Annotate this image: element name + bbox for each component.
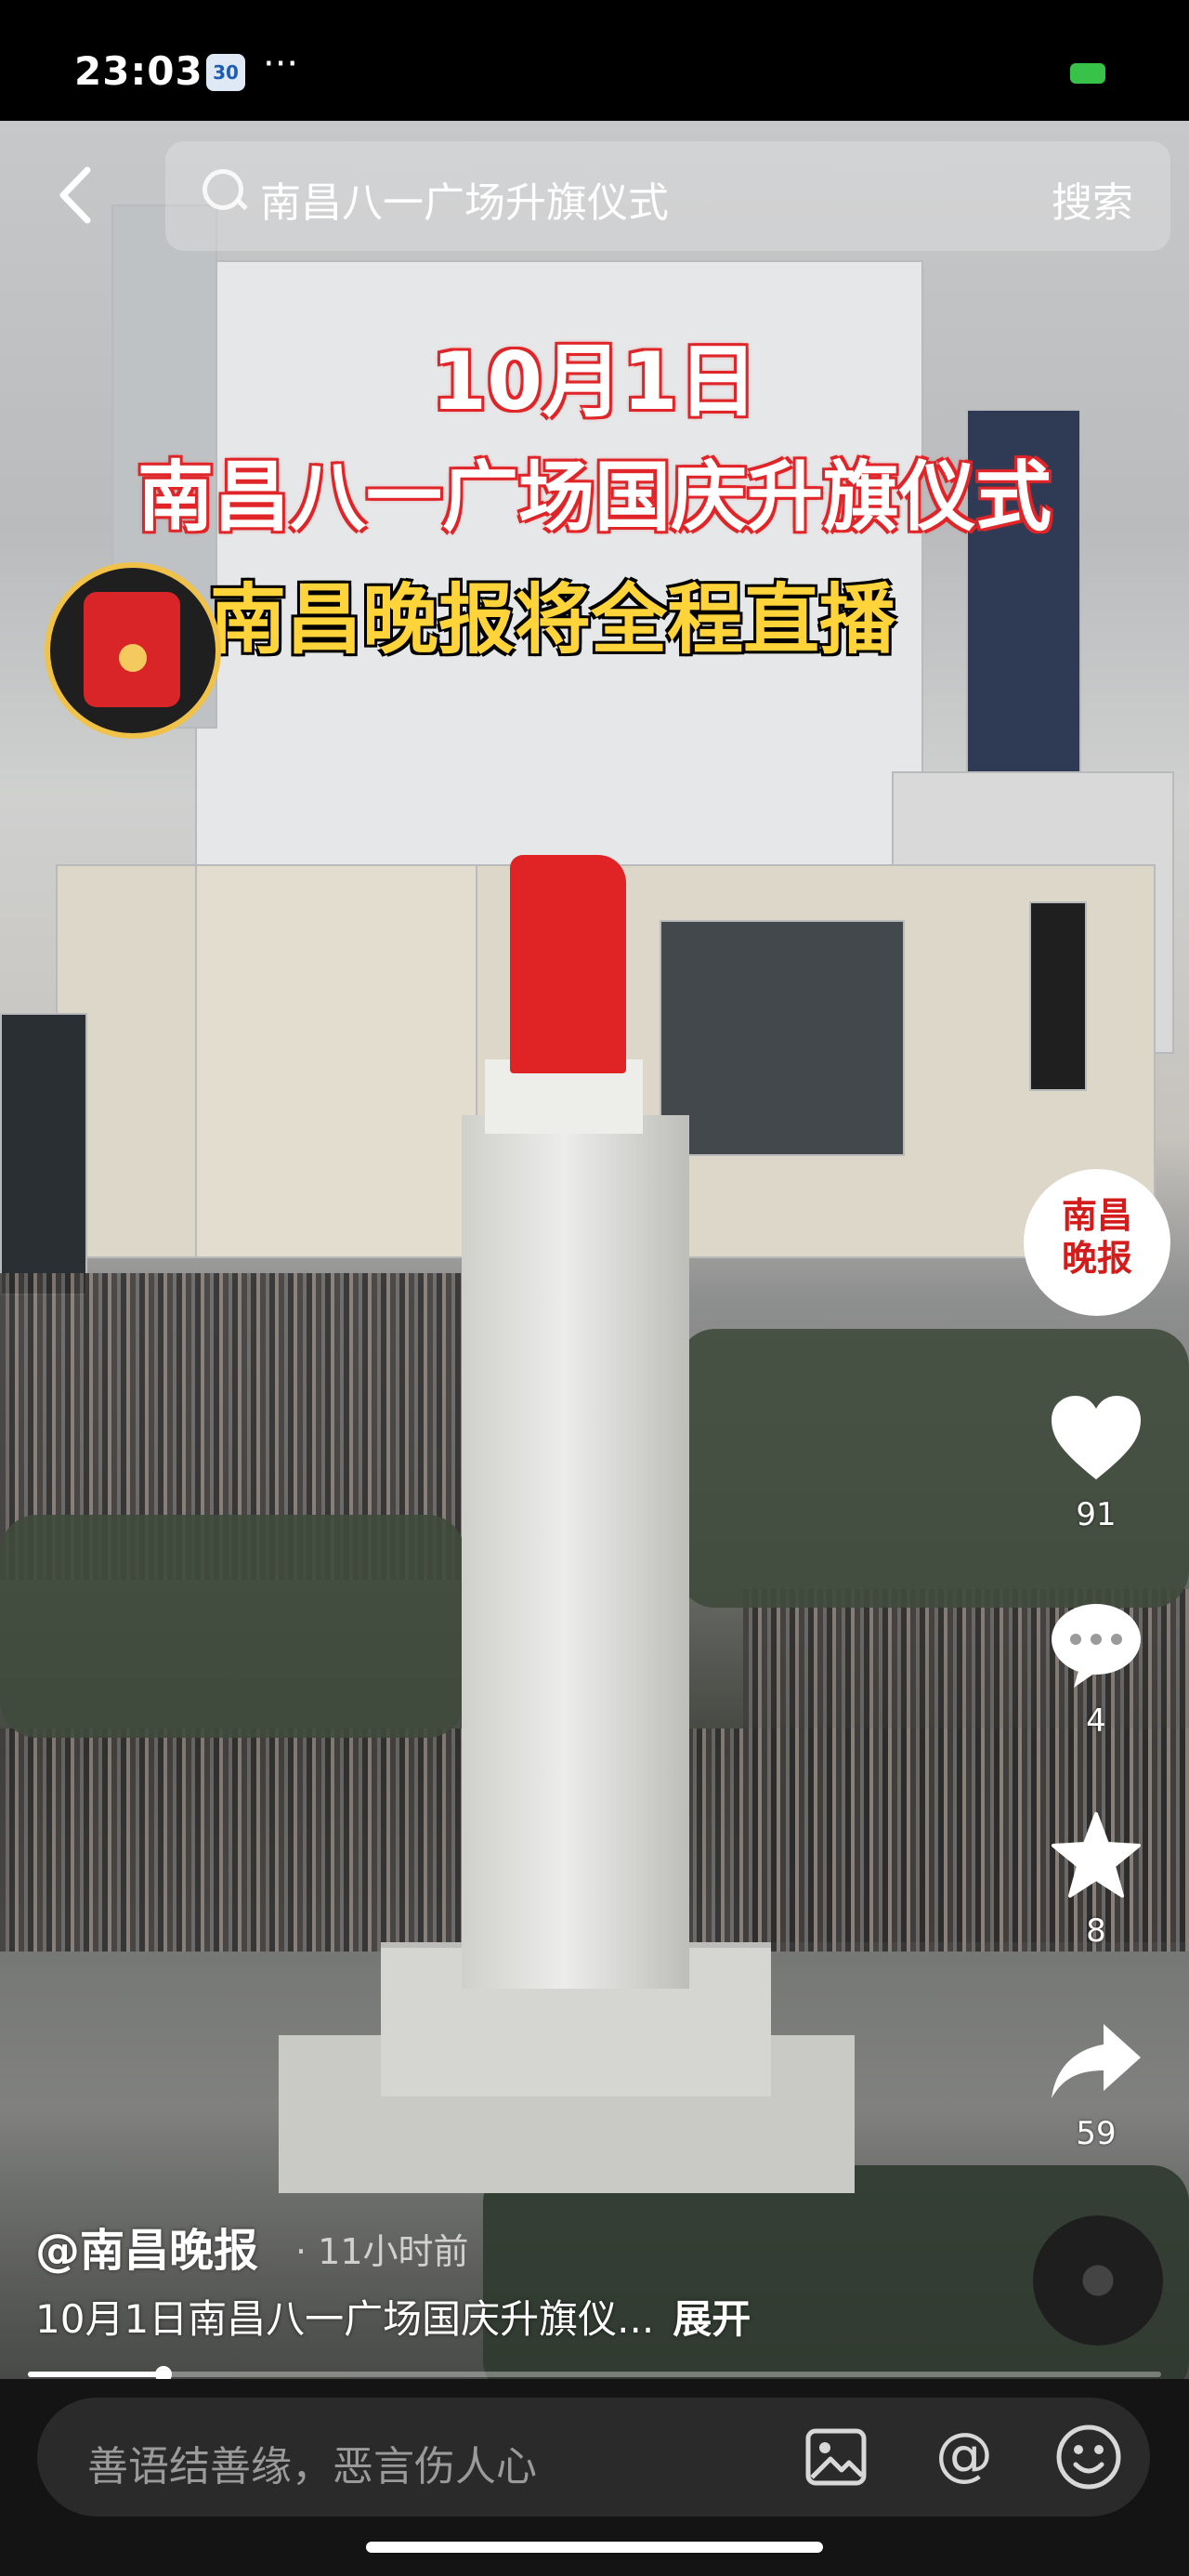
search-bar[interactable]: 南昌八一广场升旗仪式 搜索 bbox=[165, 141, 1170, 251]
chevron-left-icon bbox=[59, 166, 91, 224]
video-caption: 10月1日南昌八一广场国庆升旗仪... 展开 bbox=[35, 2288, 751, 2345]
search-query[interactable]: 南昌八一广场升旗仪式 bbox=[260, 169, 669, 229]
share-button[interactable]: 59 bbox=[1040, 2018, 1152, 2152]
building bbox=[660, 920, 905, 1156]
video-progress-bar[interactable] bbox=[28, 2366, 1161, 2383]
building bbox=[1029, 901, 1087, 1091]
expand-button[interactable]: 展开 bbox=[673, 2296, 751, 2342]
battery-icon bbox=[1070, 63, 1105, 84]
status-bar: 23:03 30 ··· bbox=[0, 0, 1189, 121]
share-count: 59 bbox=[1076, 2115, 1117, 2152]
building bbox=[0, 1013, 87, 1295]
music-disc-icon[interactable] bbox=[1033, 2215, 1163, 2346]
like-count: 91 bbox=[1076, 1496, 1117, 1533]
video-title-line3: 南昌晚报将全程直播 bbox=[210, 576, 896, 664]
red-packet-button[interactable] bbox=[45, 562, 221, 739]
author-name[interactable]: @南昌晚报 bbox=[35, 2214, 258, 2279]
video-title-line2: 南昌八一广场国庆升旗仪式 bbox=[137, 453, 1052, 542]
star-icon bbox=[1052, 1812, 1141, 1898]
at-icon[interactable]: @ bbox=[929, 2422, 1000, 2492]
favorite-button[interactable]: 8 bbox=[1040, 1810, 1152, 1950]
comment-input[interactable]: 善语结善缘，恶言伤人心 @ bbox=[37, 2398, 1150, 2517]
back-button[interactable] bbox=[52, 163, 98, 228]
comment-button[interactable]: 4 bbox=[1040, 1600, 1152, 1740]
svg-text:@: @ bbox=[935, 2422, 993, 2488]
emoji-icon[interactable] bbox=[1053, 2422, 1124, 2492]
coin-icon bbox=[119, 644, 147, 672]
heart-icon bbox=[1052, 1396, 1141, 1479]
like-button[interactable]: 91 bbox=[1040, 1394, 1152, 1533]
comment-icon bbox=[1052, 1604, 1141, 1688]
red-flag-sculpture bbox=[510, 855, 626, 1073]
search-icon bbox=[203, 169, 243, 210]
search-button[interactable]: 搜索 bbox=[1052, 169, 1133, 229]
caption-text: 10月1日南昌八一广场国庆升旗仪... bbox=[35, 2296, 655, 2342]
more-notifications-icon: ··· bbox=[263, 43, 299, 85]
trees bbox=[0, 1515, 464, 1738]
favorite-count: 8 bbox=[1086, 1912, 1106, 1950]
share-icon bbox=[1052, 2024, 1141, 2098]
video-title-line1: 10月1日 bbox=[431, 335, 758, 428]
comment-count: 4 bbox=[1086, 1702, 1106, 1740]
building bbox=[195, 864, 477, 1258]
author-avatar[interactable]: 南昌 晚报 bbox=[1024, 1169, 1170, 1316]
progress-fill bbox=[28, 2372, 164, 2377]
home-indicator[interactable] bbox=[366, 2542, 823, 2553]
post-time: · 11小时前 bbox=[295, 2231, 469, 2272]
calendar-icon: 30 bbox=[206, 54, 245, 91]
status-time: 23:03 bbox=[74, 48, 203, 94]
image-icon[interactable] bbox=[801, 2422, 871, 2492]
monument bbox=[462, 855, 689, 1989]
comment-placeholder: 善语结善缘，恶言伤人心 bbox=[87, 2443, 537, 2491]
avatar-text-line1: 南昌 bbox=[1061, 1195, 1132, 1236]
avatar-text-line2: 晚报 bbox=[1061, 1238, 1132, 1279]
